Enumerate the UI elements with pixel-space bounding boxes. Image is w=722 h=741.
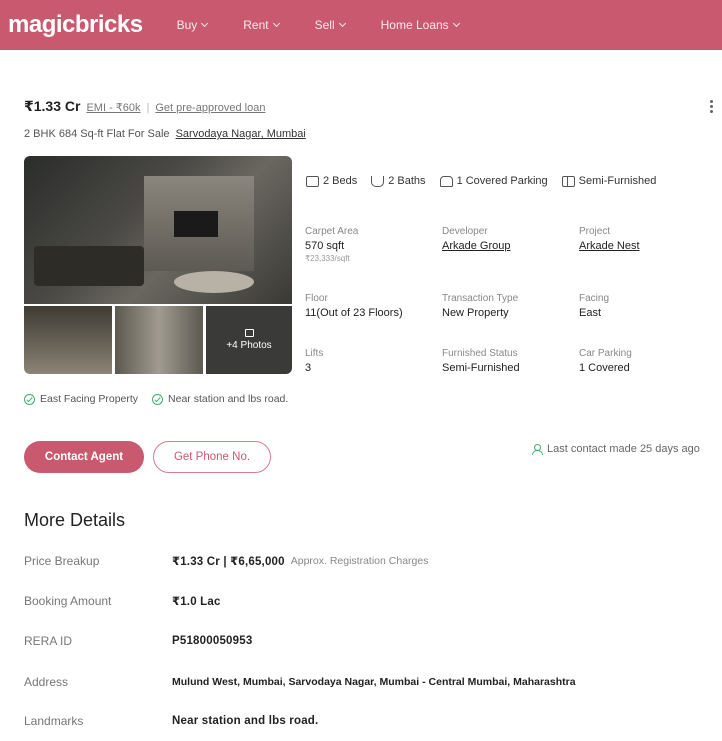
check-circle-icon bbox=[152, 393, 164, 405]
detail-label: Transaction Type bbox=[442, 293, 519, 304]
pre-approved-loan-link[interactable]: Get pre-approved loan bbox=[155, 102, 265, 114]
contact-agent-button[interactable]: Contact Agent bbox=[24, 441, 144, 473]
feature-beds: 2 Beds bbox=[306, 175, 357, 187]
magicbricks-logo[interactable]: magicbricks bbox=[8, 11, 143, 39]
feature-baths: 2 Baths bbox=[371, 175, 426, 187]
feature-baths-label: 2 Baths bbox=[388, 175, 426, 187]
feature-parking-label: 1 Covered Parking bbox=[456, 175, 548, 187]
bed-icon bbox=[306, 175, 319, 187]
locality-link[interactable]: Sarvodaya Nagar, Mumbai bbox=[176, 128, 306, 140]
last-contact-text: Last contact made 25 days ago bbox=[547, 443, 700, 455]
detail-row-landmarks: Landmarks Near station and lbs road. bbox=[24, 711, 318, 731]
nav-home-loans-label: Home Loans bbox=[380, 18, 449, 32]
detail-row-address: Address Mulund West, Mumbai, Sarvodaya N… bbox=[24, 672, 576, 692]
highlight-tag: East Facing Property bbox=[24, 393, 138, 405]
main-property-photo[interactable] bbox=[24, 156, 292, 304]
detail-row-label: Price Breakup bbox=[24, 554, 100, 568]
detail-row-value: ₹1.0 Lac bbox=[172, 596, 221, 608]
detail-value: New Property bbox=[442, 307, 509, 319]
detail-car-parking: Car Parking 1 Covered bbox=[579, 348, 719, 374]
detail-row-label: Landmarks bbox=[24, 714, 84, 728]
detail-label: Floor bbox=[305, 293, 328, 304]
price-per-sqft: ₹23,333/sqft bbox=[305, 254, 350, 263]
detail-label: Facing bbox=[579, 293, 610, 304]
user-icon bbox=[532, 443, 543, 455]
detail-floor: Floor 11(Out of 23 Floors) bbox=[305, 293, 445, 319]
highlight-tag-label: East Facing Property bbox=[40, 393, 139, 405]
price-row: ₹1.33 Cr EMI - ₹60k | Get pre-approved l… bbox=[24, 98, 265, 115]
nav-sell-label: Sell bbox=[314, 18, 335, 32]
detail-project: Project Arkade Nest bbox=[579, 226, 719, 252]
more-photos-label: +4 Photos bbox=[226, 340, 272, 351]
detail-row-label: Booking Amount bbox=[24, 594, 112, 608]
nav-rent[interactable]: Rent bbox=[243, 18, 280, 32]
chevron-down-icon bbox=[338, 19, 346, 28]
detail-label: Furnished Status bbox=[442, 348, 518, 359]
detail-carpet-area: Carpet Area 570 sqft ₹23,333/sqft bbox=[305, 226, 445, 263]
more-options-icon[interactable] bbox=[710, 100, 713, 113]
detail-row-booking-amount: Booking Amount ₹1.0 Lac bbox=[24, 591, 221, 611]
detail-label: Lifts bbox=[305, 348, 324, 359]
feature-beds-label: 2 Beds bbox=[323, 175, 358, 187]
feature-furnishing-label: Semi-Furnished bbox=[578, 175, 657, 187]
detail-lifts: Lifts 3 bbox=[305, 348, 445, 374]
price-separator: | bbox=[146, 102, 150, 114]
get-phone-button[interactable]: Get Phone No. bbox=[153, 441, 271, 473]
nav-home-loans[interactable]: Home Loans bbox=[380, 18, 460, 32]
detail-label: Developer bbox=[442, 226, 488, 237]
photo-thumbnail[interactable] bbox=[24, 306, 112, 374]
detail-label: Project bbox=[579, 226, 611, 237]
detail-row-value: Mulund West, Mumbai, Sarvodaya Nagar, Mu… bbox=[172, 676, 576, 688]
detail-label: Car Parking bbox=[579, 348, 632, 359]
photo-thumbnail[interactable] bbox=[115, 306, 203, 374]
nav-rent-label: Rent bbox=[243, 18, 269, 32]
detail-value: Semi-Furnished bbox=[442, 362, 520, 374]
furniture-icon bbox=[561, 175, 575, 187]
car-icon bbox=[439, 175, 453, 187]
detail-row-value: P51800050953 bbox=[172, 635, 253, 647]
detail-value: 1 Covered bbox=[579, 362, 630, 374]
emi-link[interactable]: EMI - ₹60k bbox=[86, 101, 140, 114]
chevron-down-icon bbox=[272, 19, 280, 28]
feature-summary: 2 Beds 2 Baths 1 Covered Parking Semi-Fu… bbox=[306, 175, 670, 187]
highlight-tag: Near station and lbs road. bbox=[152, 393, 288, 405]
more-photos-thumbnail[interactable]: +4 Photos bbox=[206, 306, 292, 374]
nav-buy-label: Buy bbox=[176, 18, 198, 32]
listing-type: 2 BHK 684 Sq-ft Flat For Sale bbox=[24, 128, 170, 140]
bath-icon bbox=[371, 175, 385, 187]
detail-row-price-breakup: Price Breakup ₹1.33 Cr | ₹6,65,000 Appro… bbox=[24, 551, 428, 571]
chevron-down-icon bbox=[452, 19, 460, 28]
detail-row-label: RERA ID bbox=[24, 634, 73, 648]
nav-sell[interactable]: Sell bbox=[314, 18, 346, 32]
check-circle-icon bbox=[24, 393, 35, 405]
highlight-tag-label: Near station and lbs road. bbox=[168, 393, 289, 405]
registration-charges-note: Approx. Registration Charges bbox=[290, 555, 429, 567]
detail-value: 570 sqft bbox=[305, 240, 345, 252]
developer-link[interactable]: Arkade Group bbox=[442, 240, 582, 252]
highlight-tags: East Facing Property Near station and lb… bbox=[24, 393, 288, 405]
detail-facing: Facing East bbox=[579, 293, 719, 319]
detail-value: 3 bbox=[305, 362, 312, 374]
detail-row-rera-id: RERA ID P51800050953 bbox=[24, 631, 252, 651]
detail-row-label: Address bbox=[24, 675, 69, 689]
listing-price: ₹1.33 Cr bbox=[24, 98, 81, 114]
detail-developer: Developer Arkade Group bbox=[442, 226, 582, 252]
more-details-heading: More Details bbox=[24, 510, 126, 530]
detail-furnished-status: Furnished Status Semi-Furnished bbox=[442, 348, 582, 374]
detail-value: 11(Out of 23 Floors) bbox=[305, 307, 403, 319]
project-link[interactable]: Arkade Nest bbox=[579, 240, 719, 252]
detail-transaction-type: Transaction Type New Property bbox=[442, 293, 582, 319]
last-contact-info: Last contact made 25 days ago bbox=[532, 443, 700, 455]
detail-row-value: Near station and lbs road. bbox=[172, 715, 319, 727]
detail-value: East bbox=[579, 307, 602, 319]
top-navigation-bar: magicbricks Buy Rent Sell Home Loans bbox=[0, 0, 722, 50]
feature-parking: 1 Covered Parking bbox=[439, 175, 548, 187]
detail-label: Carpet Area bbox=[305, 226, 359, 237]
feature-furnishing: Semi-Furnished bbox=[561, 175, 657, 187]
chevron-down-icon bbox=[201, 19, 209, 28]
detail-row-value: ₹1.33 Cr | ₹6,65,000 bbox=[172, 556, 285, 568]
nav-buy[interactable]: Buy bbox=[176, 18, 209, 32]
listing-subtitle: 2 BHK 684 Sq-ft Flat For Sale Sarvodaya … bbox=[24, 128, 306, 140]
image-icon bbox=[244, 329, 254, 337]
